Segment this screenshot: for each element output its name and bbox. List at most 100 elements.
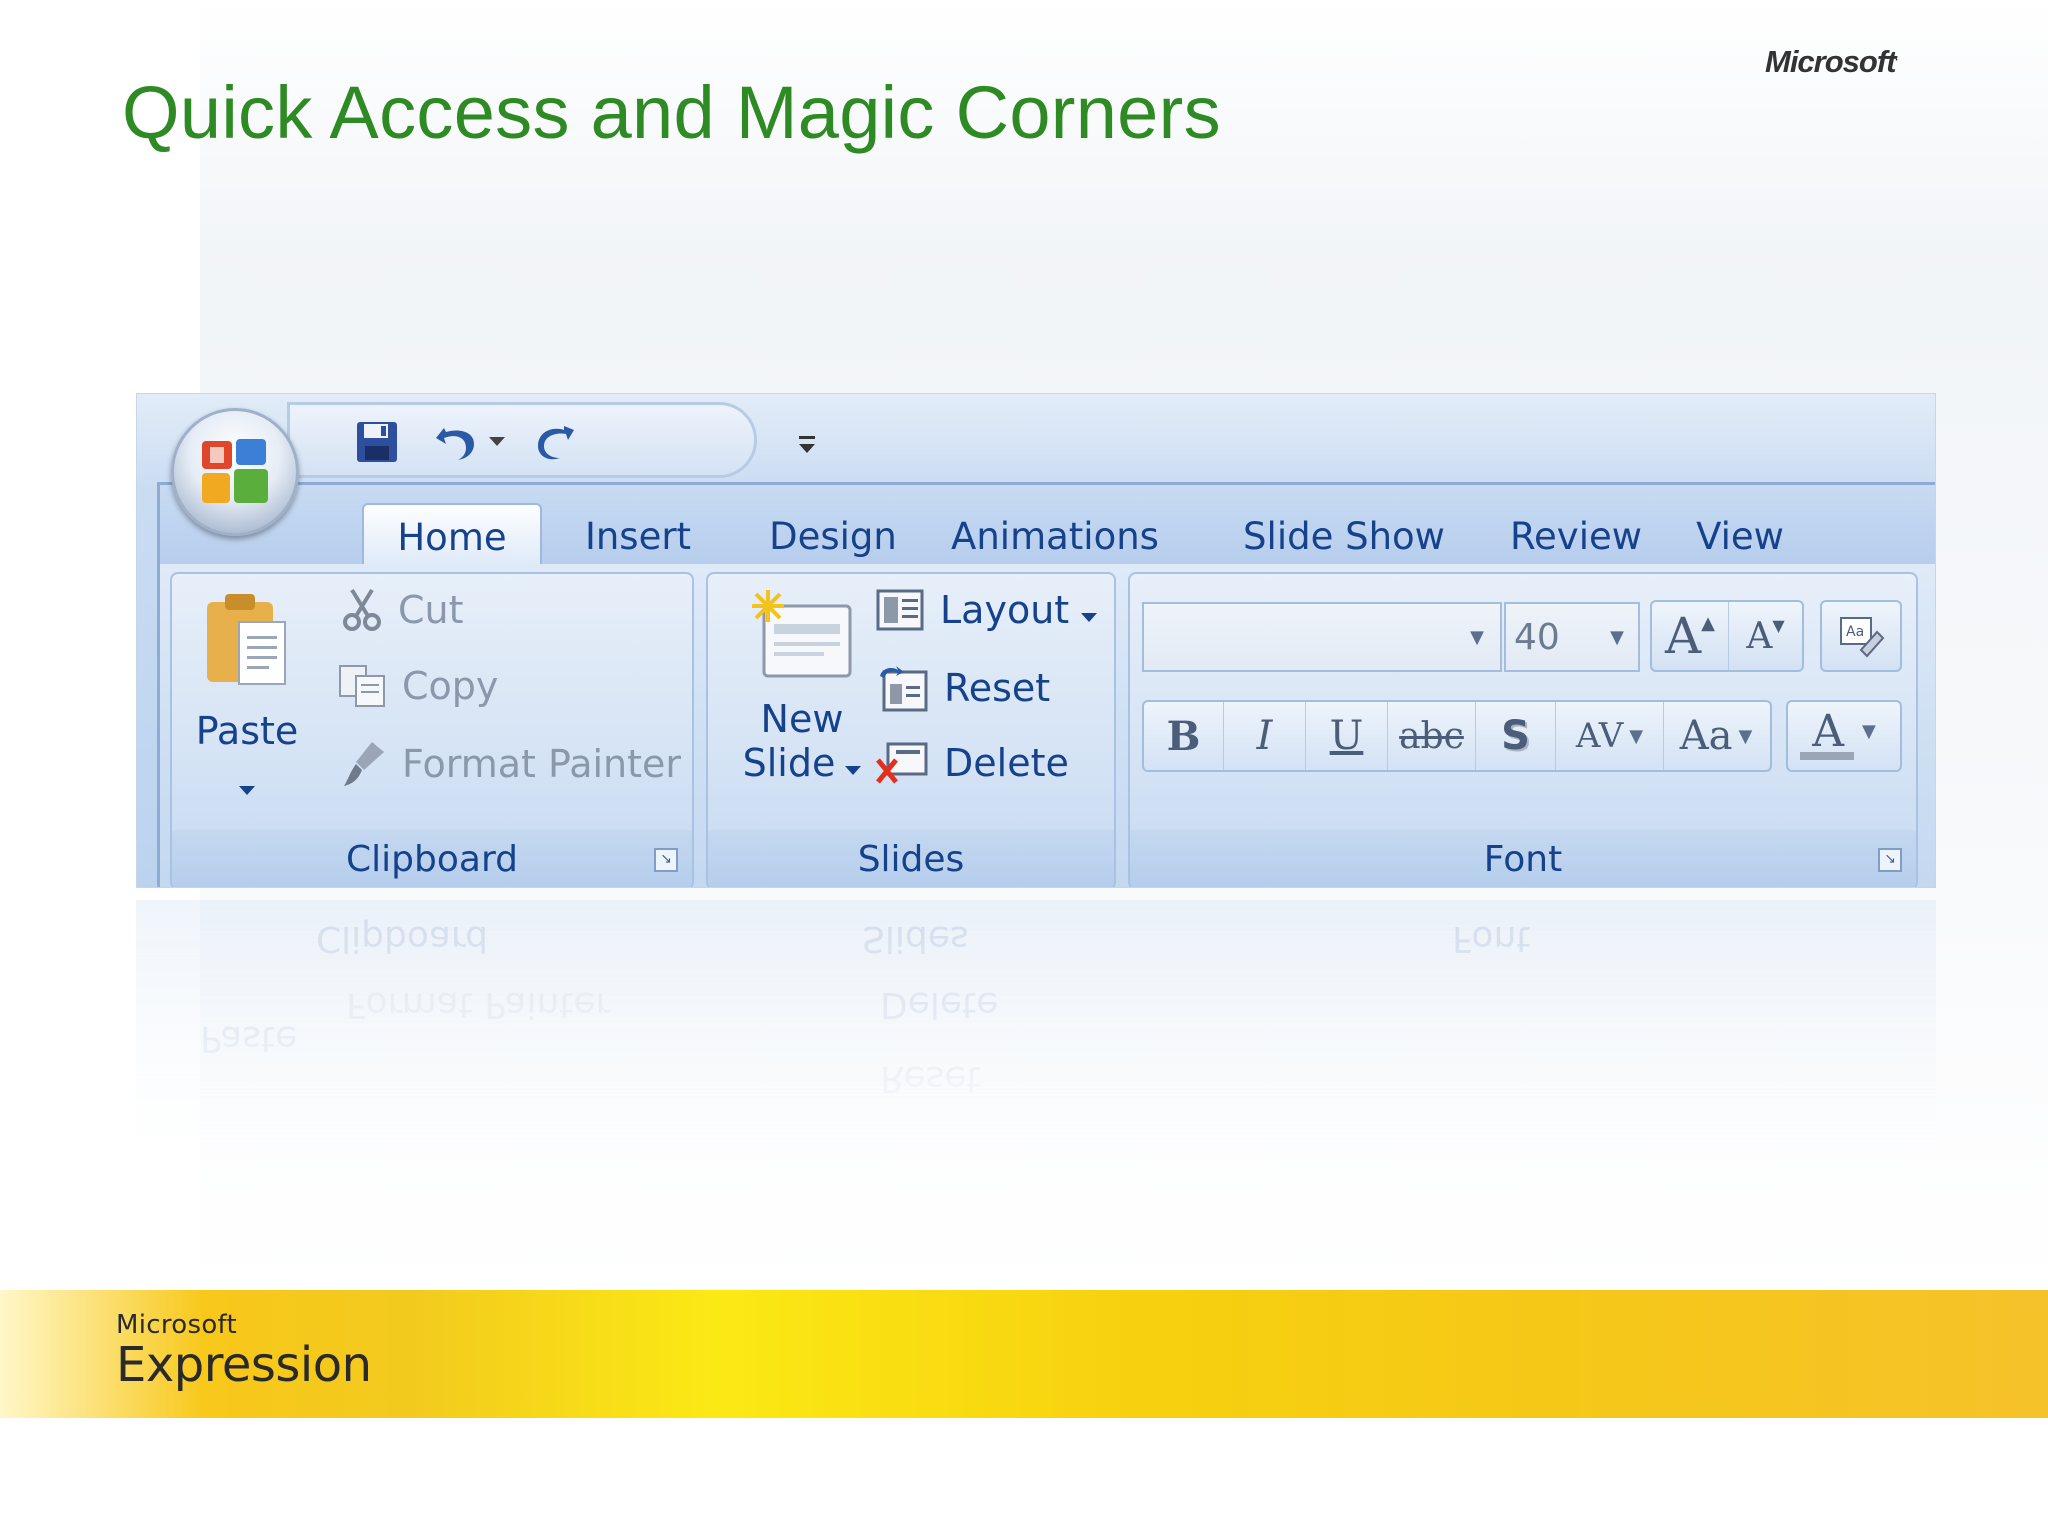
layout-label: Layout (940, 588, 1070, 632)
font-size-adjust-group: A ▲ A ▼ (1650, 600, 1804, 672)
reflection-clipboard-label: Clipboard (316, 918, 488, 959)
clipboard-group-label-text: Clipboard (346, 838, 518, 880)
tab-insert[interactable]: Insert (548, 503, 728, 569)
tab-slide-show[interactable]: Slide Show (1234, 503, 1454, 569)
reflection-delete: Delete (880, 984, 999, 1025)
font-name-dropdown-icon[interactable]: ▼ (1470, 627, 1484, 648)
clipboard-group: Paste Cut Copy Format Painter Clipboard … (170, 572, 694, 887)
change-case-button[interactable]: Aa ▼ (1664, 702, 1768, 770)
delete-button[interactable]: Delete (876, 740, 1069, 786)
slides-group: New Slide Layout Reset Delete Slides (706, 572, 1116, 887)
format-painter-button[interactable]: Format Painter (342, 740, 681, 788)
underline-label: U (1329, 713, 1364, 759)
copy-label: Copy (402, 664, 499, 708)
expression-logo-expression: Expression (116, 1337, 372, 1393)
slides-group-label-text: Slides (857, 838, 965, 880)
font-group: ▼ 40 ▼ A ▲ A ▼ Aa B I U abc S AV ▼ Aa ▼ … (1128, 572, 1918, 887)
new-slide-button[interactable]: New Slide (732, 588, 872, 808)
clipboard-dialog-launcher-icon[interactable]: ↘ (654, 848, 678, 872)
shadow-label: S (1501, 713, 1530, 759)
font-color-label: A (1812, 706, 1844, 757)
bold-button[interactable]: B (1144, 702, 1224, 770)
copy-icon (338, 664, 386, 708)
font-style-buttons: B I U abc S AV ▼ Aa ▼ (1142, 700, 1772, 772)
redo-icon[interactable] (530, 417, 584, 467)
font-size-value: 40 (1514, 616, 1560, 658)
expression-logo-microsoft: Microsoft (116, 1310, 238, 1340)
shrink-arrow-icon: ▼ (1772, 615, 1785, 635)
font-color-button[interactable]: A ▼ (1786, 700, 1902, 772)
grow-font-button[interactable]: A ▲ (1652, 602, 1729, 670)
scissors-icon (342, 588, 382, 632)
reflection-slides-label: Slides (862, 918, 969, 959)
new-slide-label-row: Slide (743, 741, 862, 785)
clear-formatting-icon: Aa (1822, 602, 1900, 670)
ribbon-reflection: Clipboard Slides Font Format Painter Del… (136, 900, 1936, 1155)
tab-animations[interactable]: Animations (942, 503, 1168, 569)
font-color-row: A ▼ (1812, 706, 1876, 757)
office-logo-icon (196, 433, 274, 511)
font-size-dropdown-icon[interactable]: ▼ (1610, 627, 1624, 648)
slides-group-label: Slides (708, 830, 1114, 887)
strikethrough-button[interactable]: abc (1388, 702, 1476, 770)
tab-design[interactable]: Design (748, 503, 918, 569)
font-dialog-launcher-icon[interactable]: ↘ (1878, 848, 1902, 872)
tab-view[interactable]: View (1680, 503, 1800, 569)
reset-icon (876, 664, 928, 712)
font-group-label-text: Font (1483, 838, 1563, 880)
new-slide-icon (750, 588, 854, 693)
reflection-format-painter: Format Painter (346, 984, 611, 1025)
copy-button[interactable]: Copy (338, 664, 498, 708)
undo-dropdown-icon[interactable] (482, 417, 512, 467)
character-spacing-button[interactable]: AV ▼ (1556, 702, 1664, 770)
ribbon-body: Paste Cut Copy Format Painter Clipboard … (157, 564, 1935, 887)
clipboard-group-label: Clipboard (172, 830, 692, 887)
tab-home[interactable]: Home (362, 503, 542, 569)
new-slide-dropdown-icon (845, 741, 862, 785)
customize-qat-icon[interactable] (796, 433, 818, 463)
undo-icon[interactable] (428, 417, 482, 467)
change-case-dropdown-icon: ▼ (1738, 725, 1753, 747)
font-size-combobox[interactable]: 40 ▼ (1504, 602, 1640, 672)
font-name-combobox[interactable]: ▼ (1142, 602, 1502, 672)
slide-title: Quick Access and Magic Corners (122, 71, 1221, 154)
ribbon-screenshot: Home Insert Design Animations Slide Show… (136, 393, 1936, 888)
new-slide-label-1: New (760, 697, 844, 741)
delete-icon (876, 740, 928, 786)
shrink-font-button[interactable]: A ▼ (1729, 602, 1802, 670)
save-icon[interactable] (350, 417, 404, 467)
reflection-font-label: Font (1452, 918, 1531, 959)
svg-text:Aa: Aa (1846, 624, 1864, 640)
format-painter-label: Format Painter (402, 742, 682, 786)
font-color-dropdown-icon: ▼ (1861, 721, 1876, 742)
reset-button[interactable]: Reset (876, 664, 1050, 712)
tab-review[interactable]: Review (1496, 503, 1656, 569)
bold-label: B (1166, 712, 1201, 760)
layout-icon (876, 589, 924, 631)
layout-button[interactable]: Layout (876, 588, 1098, 632)
spacing-dropdown-icon: ▼ (1629, 725, 1644, 747)
shadow-button[interactable]: S (1476, 702, 1556, 770)
paste-icon (201, 588, 293, 701)
paste-button[interactable]: Paste (188, 588, 306, 798)
microsoft-expression-logo: Microsoft Expression (116, 1310, 372, 1390)
reflection-reset: Reset (880, 1058, 981, 1099)
office-button[interactable] (171, 408, 299, 536)
grow-arrow-icon: ▲ (1701, 612, 1715, 634)
italic-button[interactable]: I (1224, 702, 1306, 770)
underline-button[interactable]: U (1306, 702, 1388, 770)
microsoft-logo: Microsoft. (1765, 44, 1898, 79)
cut-button[interactable]: Cut (342, 588, 464, 632)
font-color-cell: A ▼ (1788, 702, 1900, 770)
reflection-paste: Paste (200, 1018, 298, 1059)
font-group-label: Font (1130, 830, 1916, 887)
change-case-label: Aa (1679, 713, 1733, 759)
spacing-label: AV (1575, 716, 1624, 756)
clear-formatting-button[interactable]: Aa (1820, 600, 1902, 672)
font-color-swatch (1800, 752, 1854, 760)
grow-font-label: A (1665, 607, 1702, 665)
paste-dropdown-icon (239, 761, 255, 805)
italic-label: I (1256, 713, 1273, 759)
paintbrush-icon (342, 740, 386, 788)
delete-label: Delete (944, 741, 1069, 785)
